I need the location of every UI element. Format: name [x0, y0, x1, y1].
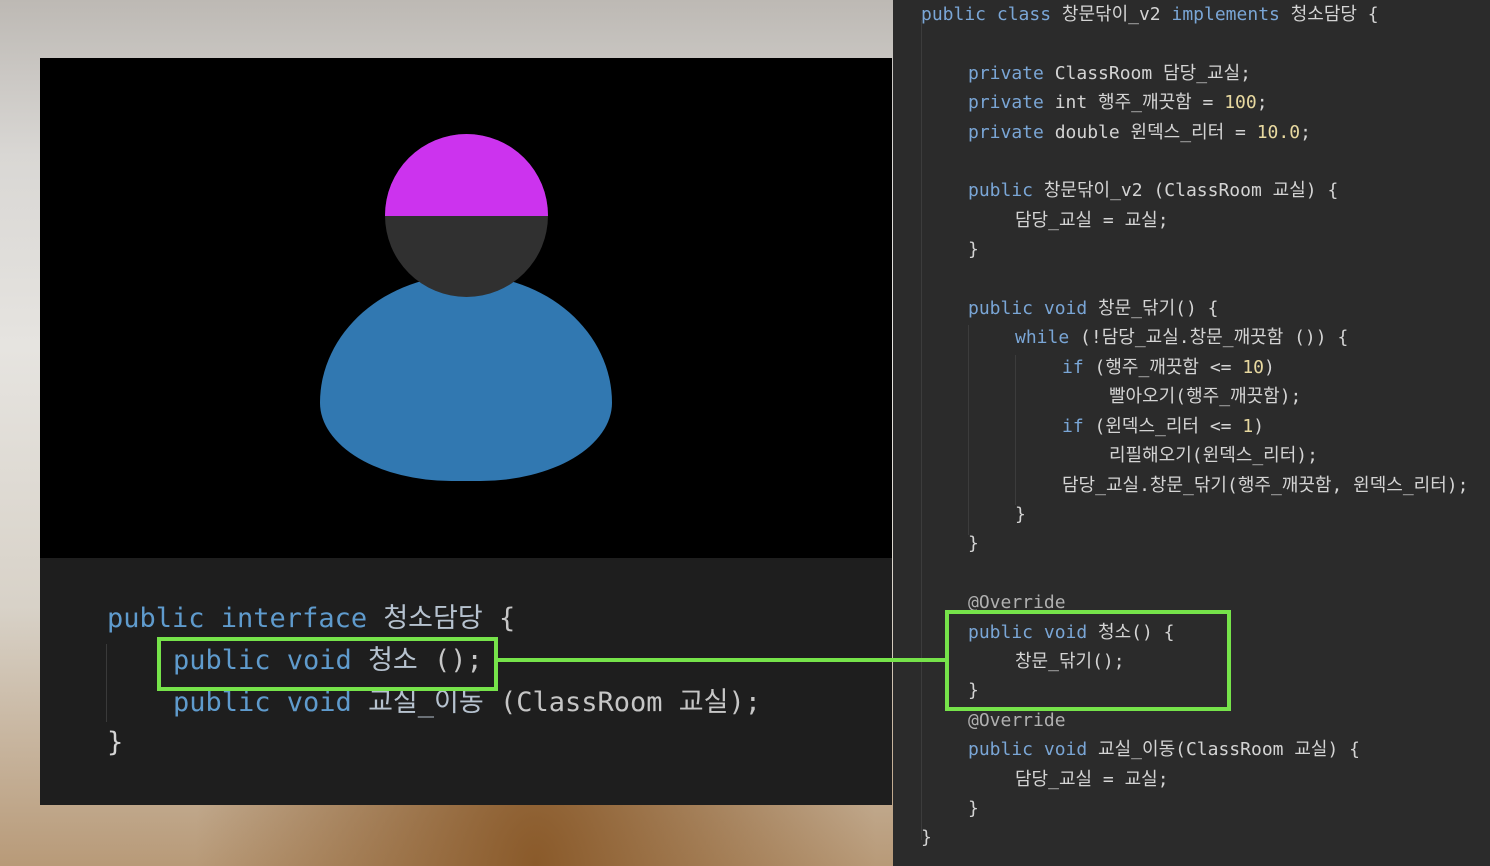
interface-line-3: public void 교실_이동 (ClassRoom 교실);: [173, 687, 761, 718]
highlight-box-interface-method: [157, 637, 498, 691]
interface-line-1: public interface 청소담당 {: [107, 603, 516, 634]
code-line: public void 창문_닦기() {: [968, 298, 1219, 319]
code-line: 리필해오기(윈덱스_리터);: [1109, 445, 1318, 466]
code-line: private int 행주_깨끗함 = 100;: [968, 92, 1268, 113]
code-line: }: [968, 533, 979, 554]
code-line: 담당_교실 = 교실;: [1015, 210, 1169, 231]
highlight-connector-line: [496, 658, 947, 662]
class-code-panel: public class 창문닦이_v2 implements 청소담당 { p…: [893, 0, 1490, 866]
code-line: }: [1015, 504, 1026, 525]
code-line: }: [968, 239, 979, 260]
code-line: 담당_교실.창문_닦기(행주_깨끗함, 윈덱스_리터);: [1062, 475, 1469, 496]
code-line: 담당_교실 = 교실;: [1015, 769, 1169, 790]
indent-guide: [921, 20, 922, 840]
interface-line-4: }: [107, 727, 124, 758]
code-line: }: [921, 827, 932, 848]
code-line: }: [968, 798, 979, 819]
annotation: @Override: [968, 710, 1066, 731]
code-line: private double 윈덱스_리터 = 10.0;: [968, 122, 1311, 143]
indent-guide: [968, 325, 969, 535]
code-line: private ClassRoom 담당_교실;: [968, 63, 1251, 84]
code-line: while (!담당_교실.창문_깨끗함 ()) {: [1015, 327, 1349, 348]
indent-guide: [106, 644, 107, 722]
code-line: public 창문닦이_v2 (ClassRoom 교실) {: [968, 180, 1339, 201]
avatar-head: [385, 134, 548, 297]
code-line: public void 교실_이동(ClassRoom 교실) {: [968, 739, 1360, 760]
code-line: if (행주_깨끗함 <= 10): [1062, 357, 1275, 378]
code-line: public class 창문닦이_v2 implements 청소담당 {: [921, 4, 1379, 25]
highlight-box-implemented-method: [945, 610, 1231, 711]
code-line: 빨아오기(행주_깨끗함);: [1109, 386, 1302, 407]
code-line: if (윈덱스_리터 <= 1): [1062, 416, 1265, 437]
avatar-cap: [385, 134, 548, 216]
indent-guide: [1015, 355, 1016, 505]
